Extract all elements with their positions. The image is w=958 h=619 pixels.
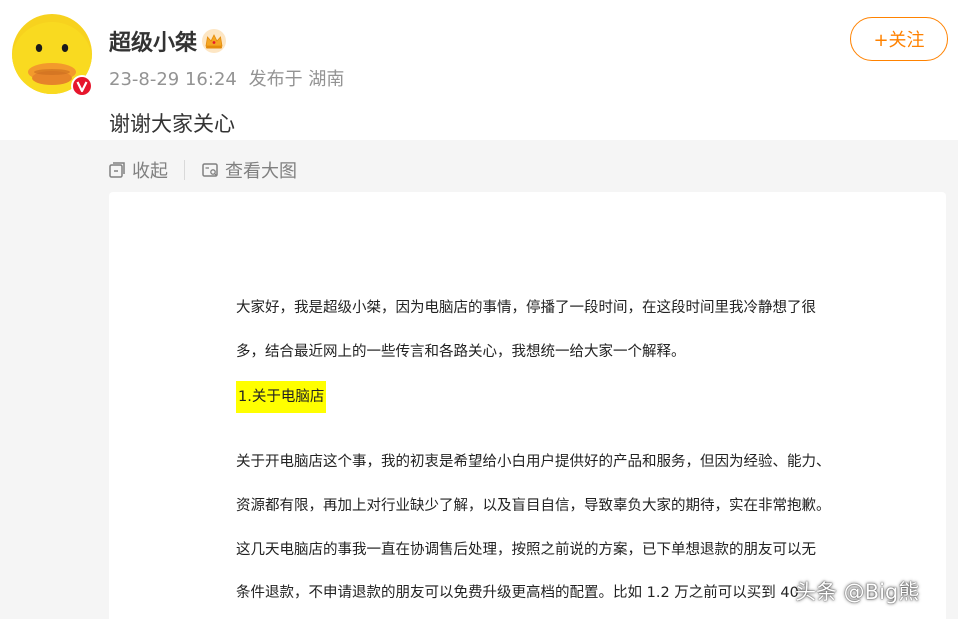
post-timestamp[interactable]: 23-8-29 16:24 <box>109 69 237 90</box>
post-meta: 23-8-29 16:24 发布于 湖南 <box>109 65 350 91</box>
verified-v-badge <box>73 77 91 95</box>
collapse-label: 收起 <box>132 161 168 182</box>
author-name-text[interactable]: 超级小桀 <box>109 25 197 57</box>
follow-button[interactable]: +关注 <box>850 17 948 61</box>
yellow-duck-avatar-icon <box>12 14 93 97</box>
author-avatar[interactable] <box>12 14 96 98</box>
toolbar-divider <box>184 160 185 180</box>
document-heading-highlighted: 1.关于电脑店 <box>236 381 327 413</box>
view-large-image-icon <box>202 163 218 177</box>
post-location: 发布于 湖南 <box>248 69 345 90</box>
collapse-icon <box>109 162 125 178</box>
media-toolbar: 收起 查看大图 <box>108 158 297 182</box>
document-line: 资源都有限，再加上对行业缺少了解，以及盲目自信，导致辜负大家的期待，实在非常抱歉… <box>236 498 831 514</box>
document-line: 这几天电脑店的事我一直在协调售后处理，按照之前说的方案，已下单想退款的朋友可以无 <box>236 542 816 558</box>
media-panel: 收起 查看大图 大家好，我是超级小桀，因为电脑店的事情，停播了一段时间，在这段时… <box>0 140 958 619</box>
author-name[interactable]: 超级小桀 <box>109 25 227 57</box>
document-line: 大家好，我是超级小桀，因为电脑店的事情，停播了一段时间，在这段时间里我冷静想了很 <box>236 300 816 316</box>
post-image-document[interactable]: 大家好，我是超级小桀，因为电脑店的事情，停播了一段时间，在这段时间里我冷静想了很… <box>109 192 946 619</box>
view-large-button[interactable]: 查看大图 <box>201 157 297 183</box>
collapse-button[interactable]: 收起 <box>108 157 168 183</box>
post-text: 谢谢大家关心 <box>109 112 235 136</box>
document-line: 多，结合最近网上的一些传言和各路关心，我想统一给大家一个解释。 <box>236 344 686 360</box>
document-line: 条件退款，不申请退款的朋友可以免费升级更高档的配置。比如 1.2 万之前可以买到… <box>236 585 799 601</box>
watermark-text: 头条 @Big熊 <box>795 580 920 604</box>
crown-icon <box>202 29 227 53</box>
document-line: 关于开电脑店这个事，我的初衷是希望给小白用户提供好的产品和服务，但因为经验、能力… <box>236 454 831 470</box>
view-large-label: 查看大图 <box>225 161 297 182</box>
